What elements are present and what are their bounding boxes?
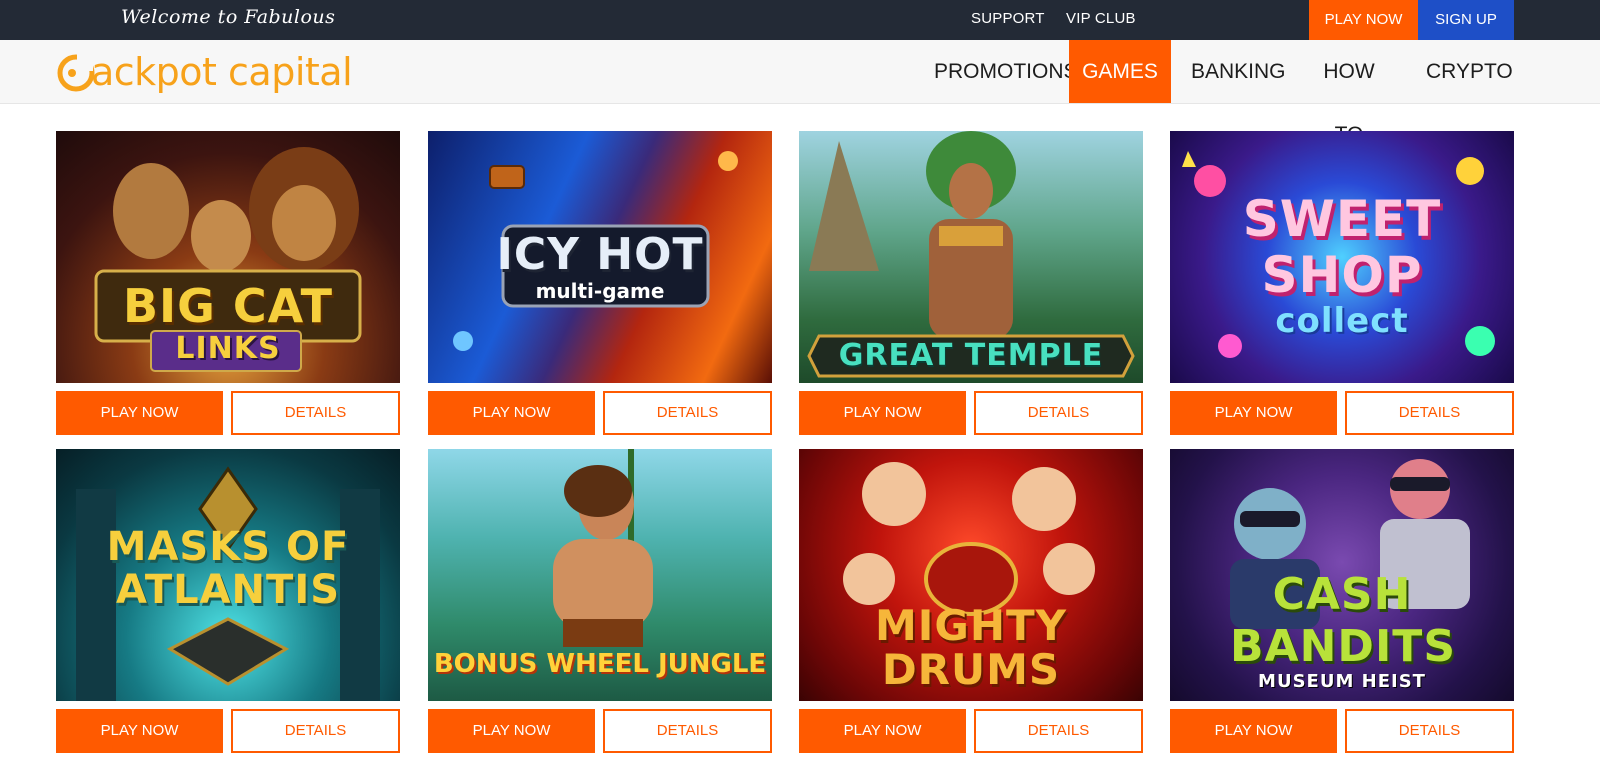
game-thumbnail[interactable]: BIG CAT LINKS: [56, 131, 400, 383]
game-title-line1: BONUS WHEEL JUNGLE: [433, 649, 767, 679]
game-title-line2: multi-game: [535, 279, 665, 303]
details-button[interactable]: DETAILS: [603, 391, 772, 435]
play-now-button[interactable]: PLAY NOW: [428, 391, 595, 435]
game-title-line1: BIG CAT: [122, 279, 334, 333]
game-title-line2: collect: [1275, 301, 1409, 341]
details-button[interactable]: DETAILS: [1345, 391, 1514, 435]
vip-club-link[interactable]: VIP CLUB: [1066, 10, 1136, 27]
nav-item-banking[interactable]: BANKING: [1191, 40, 1286, 103]
top-bar: Welcome to Fabulous SUPPORT VIP CLUB PLA…: [0, 0, 1600, 40]
details-button[interactable]: DETAILS: [231, 709, 400, 753]
details-button[interactable]: DETAILS: [1345, 709, 1514, 753]
jackpot-capital-logo[interactable]: ackpot capital: [55, 48, 353, 96]
game-thumbnail[interactable]: GREAT TEMPLE: [799, 131, 1143, 383]
game-title-line1: MASKS OF: [106, 524, 350, 570]
game-thumbnail[interactable]: BONUS WHEEL JUNGLE: [428, 449, 772, 701]
play-now-button[interactable]: PLAY NOW: [56, 709, 223, 753]
game-thumbnail[interactable]: MIGHTY DRUMS: [799, 449, 1143, 701]
logo-j-icon: [57, 54, 95, 92]
play-now-button[interactable]: PLAY NOW: [1170, 391, 1337, 435]
game-title-line1: GREAT TEMPLE: [838, 338, 1104, 373]
top-play-now-button[interactable]: PLAY NOW: [1309, 0, 1418, 40]
game-title-line2: ATLANTIS: [115, 567, 341, 613]
play-now-button[interactable]: PLAY NOW: [1170, 709, 1337, 753]
game-thumbnail[interactable]: ICY HOT multi-game: [428, 131, 772, 383]
nav-item-how-to[interactable]: HOW TO: [1314, 40, 1384, 146]
logo-text: ackpot capital: [91, 50, 353, 94]
details-button[interactable]: DETAILS: [231, 391, 400, 435]
play-now-button[interactable]: PLAY NOW: [428, 709, 595, 753]
details-button[interactable]: DETAILS: [603, 709, 772, 753]
game-title-line2: LINKS: [175, 331, 281, 366]
play-now-button[interactable]: PLAY NOW: [799, 709, 966, 753]
details-button[interactable]: DETAILS: [974, 391, 1143, 435]
sign-up-button[interactable]: SIGN UP: [1418, 0, 1514, 40]
main-nav: ackpot capital PROMOTIONS GAMES BANKING …: [0, 40, 1600, 146]
nav-item-games[interactable]: GAMES: [1069, 40, 1171, 103]
nav-item-promotions[interactable]: PROMOTIONS: [934, 40, 1078, 103]
welcome-text: Welcome to Fabulous: [121, 6, 336, 28]
support-link[interactable]: SUPPORT: [971, 10, 1045, 27]
game-thumbnail[interactable]: CASH BANDITS MUSEUM HEIST: [1170, 449, 1514, 701]
game-thumbnail[interactable]: MASKS OF ATLANTIS: [56, 449, 400, 701]
game-title-line1: SWEET SHOP: [1242, 190, 1442, 304]
play-now-button[interactable]: PLAY NOW: [799, 391, 966, 435]
game-title-line2: DRUMS: [881, 645, 1061, 694]
nav-item-crypto[interactable]: CRYPTO: [1426, 40, 1513, 103]
game-title-line1: MIGHTY: [874, 601, 1068, 650]
game-title-line1: CASH BANDITS: [1230, 569, 1457, 672]
details-button[interactable]: DETAILS: [974, 709, 1143, 753]
play-now-button[interactable]: PLAY NOW: [56, 391, 223, 435]
game-title-line1: ICY HOT: [496, 229, 704, 280]
game-title-line2: MUSEUM HEIST: [1258, 671, 1426, 692]
game-thumbnail[interactable]: SWEET SHOP collect: [1170, 131, 1514, 383]
